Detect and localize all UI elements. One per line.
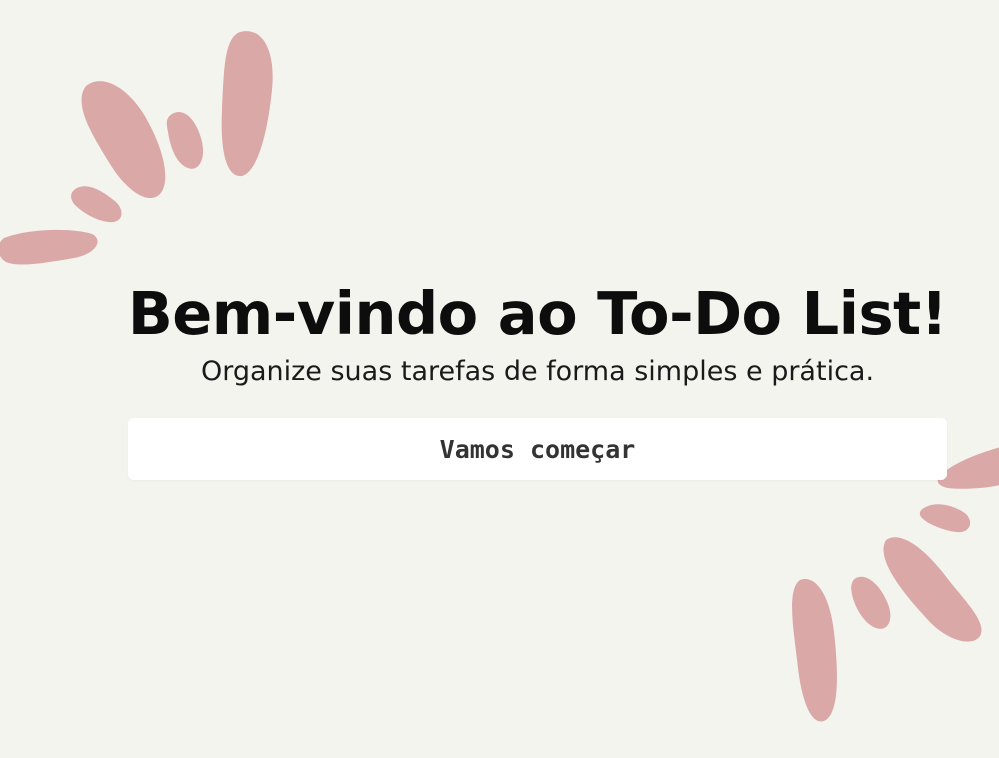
petal-shape — [221, 31, 273, 177]
page-title: Bem-vindo ao To-Do List! — [127, 279, 948, 348]
petal-shape — [792, 579, 837, 722]
petal-shape — [81, 81, 166, 199]
petal-shape — [0, 229, 98, 265]
petal-shape — [883, 537, 982, 642]
get-started-button[interactable]: Vamos começar — [128, 418, 947, 480]
petal-shape — [71, 186, 122, 223]
petal-shape — [919, 504, 971, 533]
page-subtitle: Organize suas tarefas de forma simples e… — [200, 356, 875, 387]
welcome-hero: Bem-vindo ao To-Do List! Organize suas t… — [0, 278, 999, 392]
petal-shape — [851, 576, 891, 629]
get-started-button-label: Vamos começar — [439, 434, 636, 464]
petal-shape — [166, 112, 204, 169]
